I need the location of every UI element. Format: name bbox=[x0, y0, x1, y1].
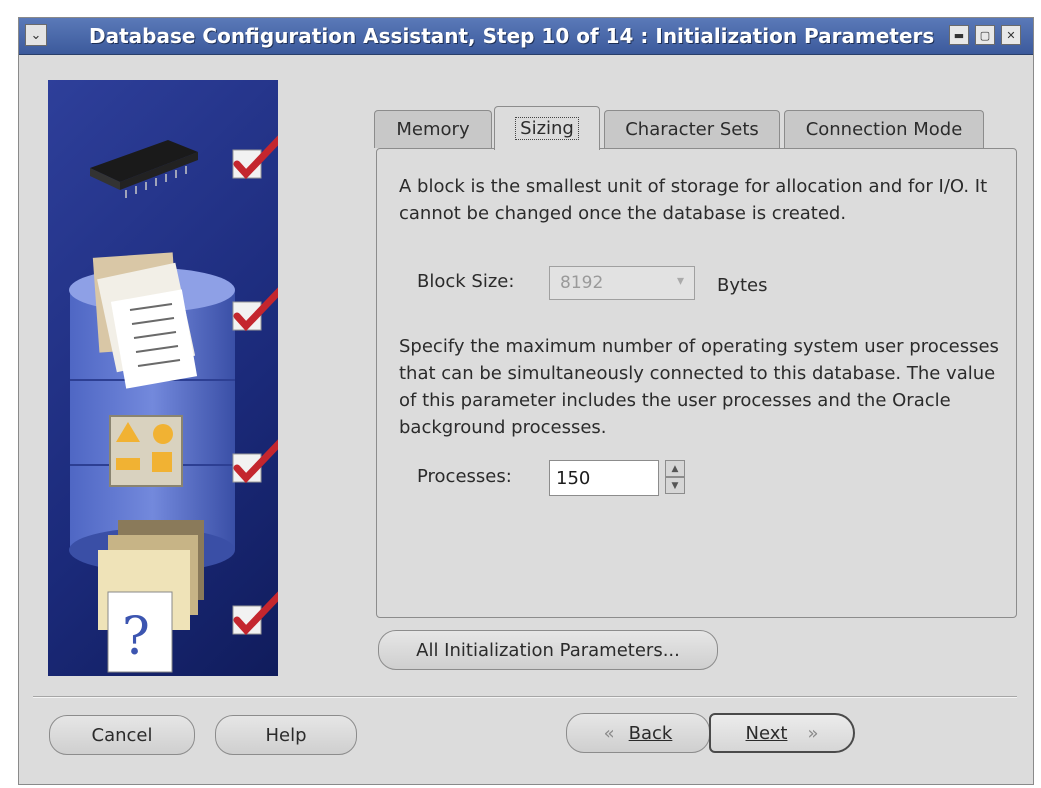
cancel-label: Cancel bbox=[91, 724, 153, 746]
title-bar[interactable]: ⌄ Database Configuration Assistant, Step… bbox=[19, 18, 1033, 55]
help-button[interactable]: Help bbox=[215, 715, 357, 755]
window-menu-icon[interactable]: ⌄ bbox=[25, 24, 47, 46]
processes-value: 150 bbox=[556, 468, 591, 489]
svg-text:?: ? bbox=[122, 607, 150, 667]
chevron-down-icon: ▾ bbox=[676, 273, 684, 289]
chevron-left-icon: « bbox=[603, 722, 615, 744]
tab-character-sets[interactable]: Character Sets bbox=[604, 110, 780, 148]
processes-spinner: ▲ ▼ bbox=[665, 460, 685, 496]
help-label: Help bbox=[265, 724, 307, 746]
step-4-checkmark-icon bbox=[232, 591, 278, 636]
folders-question-icon: ? bbox=[98, 520, 204, 673]
tab-strip: Memory Sizing Character Sets Connection … bbox=[374, 106, 1014, 150]
dbca-window: ⌄ Database Configuration Assistant, Step… bbox=[18, 17, 1034, 785]
processes-label: Processes: bbox=[417, 466, 512, 487]
step-2-checkmark-icon bbox=[232, 287, 278, 332]
footer-divider bbox=[33, 696, 1017, 698]
next-button[interactable]: Next » bbox=[709, 713, 855, 753]
tab-sizing[interactable]: Sizing bbox=[494, 106, 600, 150]
spin-down-icon[interactable]: ▼ bbox=[665, 477, 685, 494]
sizing-panel: A block is the smallest unit of storage … bbox=[376, 148, 1017, 618]
wizard-illustration: ? bbox=[48, 80, 278, 676]
block-size-value: 8192 bbox=[560, 273, 604, 293]
shapes-icon bbox=[109, 415, 183, 487]
block-size-label: Block Size: bbox=[417, 271, 515, 292]
tab-character-sets-label: Character Sets bbox=[625, 119, 759, 140]
step-1-checkmark-icon bbox=[232, 135, 278, 180]
back-button[interactable]: « Back bbox=[566, 713, 710, 753]
illustration-svg: ? bbox=[69, 135, 278, 673]
close-icon[interactable]: ✕ bbox=[1001, 25, 1021, 45]
memory-chip-icon bbox=[90, 140, 198, 198]
chevron-right-icon: » bbox=[807, 722, 819, 744]
spin-up-icon[interactable]: ▲ bbox=[665, 460, 685, 477]
block-size-select[interactable]: 8192 ▾ bbox=[549, 266, 695, 300]
all-init-params-label: All Initialization Parameters... bbox=[416, 639, 680, 661]
step-3-checkmark-icon bbox=[232, 439, 278, 484]
processes-description: Specify the maximum number of operating … bbox=[399, 336, 999, 438]
all-init-params-button[interactable]: All Initialization Parameters... bbox=[378, 630, 718, 670]
back-label: Back bbox=[628, 722, 673, 744]
window-title: Database Configuration Assistant, Step 1… bbox=[89, 24, 935, 48]
next-label: Next bbox=[745, 722, 788, 744]
tab-sizing-label: Sizing bbox=[515, 117, 579, 140]
cancel-button[interactable]: Cancel bbox=[49, 715, 195, 755]
tab-memory[interactable]: Memory bbox=[374, 110, 492, 148]
minimize-icon[interactable]: ▬ bbox=[949, 25, 969, 45]
tab-connection-mode[interactable]: Connection Mode bbox=[784, 110, 984, 148]
block-size-unit: Bytes bbox=[717, 275, 768, 296]
tab-memory-label: Memory bbox=[396, 119, 470, 140]
maximize-icon[interactable]: ▢ bbox=[975, 25, 995, 45]
tab-connection-mode-label: Connection Mode bbox=[805, 119, 963, 140]
block-size-description: A block is the smallest unit of storage … bbox=[399, 176, 988, 224]
processes-input[interactable]: 150 bbox=[549, 460, 659, 496]
